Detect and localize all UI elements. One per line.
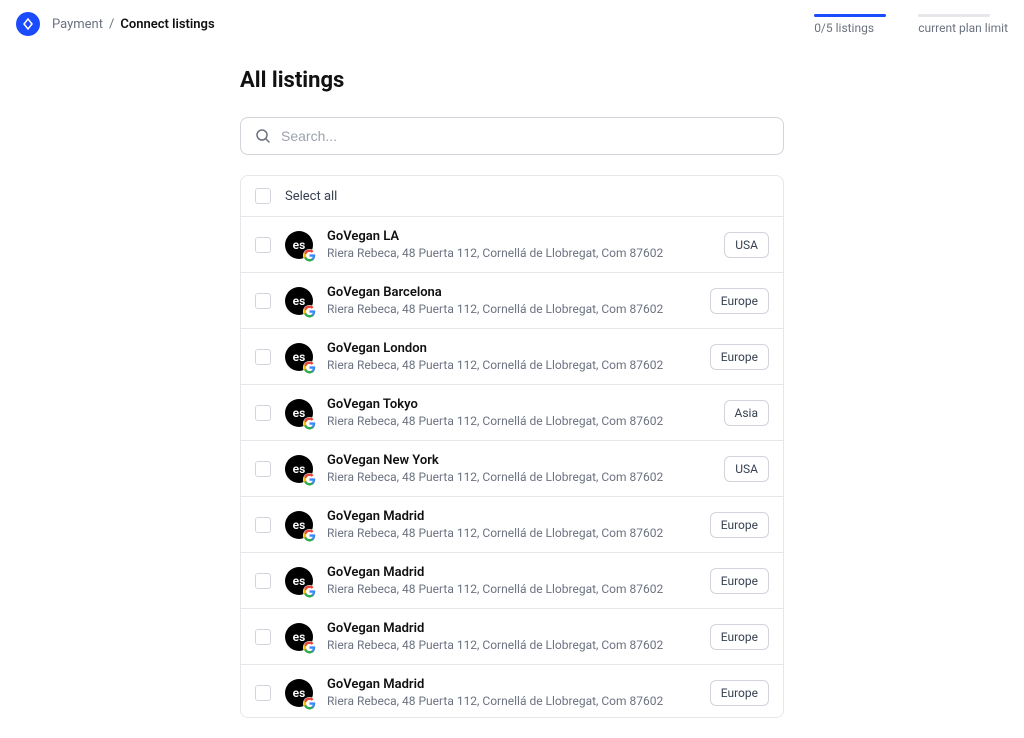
listing-address: Riera Rebeca, 48 Puerta 112, Cornellá de… [327,246,710,260]
listing-name: GoVegan Barcelona [327,285,696,300]
listing-row[interactable]: es GoVegan LA Riera Rebeca, 48 Puerta 11… [241,217,783,273]
listing-region-tag: Europe [710,568,769,594]
listing-address: Riera Rebeca, 48 Puerta 112, Cornellá de… [327,694,696,708]
listing-avatar: es [285,511,313,539]
listing-info: GoVegan London Riera Rebeca, 48 Puerta 1… [327,341,696,372]
progress-plan-label: current plan limit [918,21,1008,35]
listing-row[interactable]: es GoVegan Madrid Riera Rebeca, 48 Puert… [241,665,783,717]
listing-checkbox[interactable] [255,461,271,477]
listing-address: Riera Rebeca, 48 Puerta 112, Cornellá de… [327,470,710,484]
listing-region-tag: Europe [710,680,769,706]
listings-scroll[interactable]: es GoVegan LA Riera Rebeca, 48 Puerta 11… [241,217,783,717]
google-badge-icon [303,249,316,262]
google-badge-icon [303,641,316,654]
listing-region-tag: Europe [710,512,769,538]
breadcrumb-separator: / [109,17,114,32]
listing-address: Riera Rebeca, 48 Puerta 112, Cornellá de… [327,358,696,372]
listing-avatar: es [285,455,313,483]
listing-address: Riera Rebeca, 48 Puerta 112, Cornellá de… [327,638,696,652]
listing-checkbox[interactable] [255,517,271,533]
breadcrumb: Payment / Connect listings [52,17,215,32]
progress-listings-label: 0/5 listings [814,21,874,35]
listing-address: Riera Rebeca, 48 Puerta 112, Cornellá de… [327,414,710,428]
progress-listings: 0/5 listings [814,14,886,35]
listing-checkbox[interactable] [255,629,271,645]
main: All listings Select all es GoVegan LA Ri… [232,68,792,738]
logo-icon [22,18,34,30]
listing-region-tag: Europe [710,344,769,370]
listing-name: GoVegan Madrid [327,565,696,580]
listing-name: GoVegan Madrid [327,677,696,692]
google-badge-icon [303,473,316,486]
header: Payment / Connect listings 0/5 listings … [0,0,1024,48]
listing-info: GoVegan Madrid Riera Rebeca, 48 Puerta 1… [327,509,696,540]
listing-avatar: es [285,231,313,259]
listing-info: GoVegan Madrid Riera Rebeca, 48 Puerta 1… [327,621,696,652]
listing-region-tag: USA [724,456,769,482]
listing-region-tag: Asia [724,400,769,426]
listing-row[interactable]: es GoVegan Madrid Riera Rebeca, 48 Puert… [241,609,783,665]
listing-avatar: es [285,287,313,315]
listing-avatar: es [285,567,313,595]
select-all-row[interactable]: Select all [241,176,783,217]
select-all-label: Select all [285,189,337,204]
google-badge-icon [303,529,316,542]
search-box[interactable] [240,117,784,155]
listing-checkbox[interactable] [255,293,271,309]
google-badge-icon [303,361,316,374]
listing-region-tag: USA [724,232,769,258]
listing-row[interactable]: es GoVegan London Riera Rebeca, 48 Puert… [241,329,783,385]
google-badge-icon [303,305,316,318]
listing-info: GoVegan LA Riera Rebeca, 48 Puerta 112, … [327,229,710,260]
page-title: All listings [240,68,784,93]
listing-info: GoVegan Madrid Riera Rebeca, 48 Puerta 1… [327,677,696,708]
header-left: Payment / Connect listings [16,12,215,36]
listing-avatar: es [285,679,313,707]
listing-name: GoVegan Madrid [327,509,696,524]
listing-avatar: es [285,399,313,427]
progress-bar-listings [814,14,886,17]
listing-row[interactable]: es GoVegan Barcelona Riera Rebeca, 48 Pu… [241,273,783,329]
listing-name: GoVegan London [327,341,696,356]
listing-info: GoVegan Barcelona Riera Rebeca, 48 Puert… [327,285,696,316]
search-icon [255,128,271,144]
listing-info: GoVegan Tokyo Riera Rebeca, 48 Puerta 11… [327,397,710,428]
listing-address: Riera Rebeca, 48 Puerta 112, Cornellá de… [327,582,696,596]
search-input[interactable] [281,128,769,144]
select-all-checkbox[interactable] [255,188,271,204]
listing-checkbox[interactable] [255,237,271,253]
breadcrumb-current: Connect listings [120,17,214,32]
listing-region-tag: Europe [710,288,769,314]
listing-name: GoVegan LA [327,229,710,244]
listing-checkbox[interactable] [255,349,271,365]
listing-info: GoVegan Madrid Riera Rebeca, 48 Puerta 1… [327,565,696,596]
listing-name: GoVegan Madrid [327,621,696,636]
listing-checkbox[interactable] [255,573,271,589]
google-badge-icon [303,585,316,598]
google-badge-icon [303,417,316,430]
listing-row[interactable]: es GoVegan New York Riera Rebeca, 48 Pue… [241,441,783,497]
google-badge-icon [303,697,316,710]
listing-row[interactable]: es GoVegan Madrid Riera Rebeca, 48 Puert… [241,497,783,553]
listing-info: GoVegan New York Riera Rebeca, 48 Puerta… [327,453,710,484]
header-right: 0/5 listings current plan limit [814,14,1008,35]
progress-bar-plan [918,14,990,17]
listing-row[interactable]: es GoVegan Tokyo Riera Rebeca, 48 Puerta… [241,385,783,441]
listing-name: GoVegan New York [327,453,710,468]
listing-row[interactable]: es GoVegan Madrid Riera Rebeca, 48 Puert… [241,553,783,609]
progress-plan: current plan limit [918,14,1008,35]
app-logo[interactable] [16,12,40,36]
listing-region-tag: Europe [710,624,769,650]
listing-address: Riera Rebeca, 48 Puerta 112, Cornellá de… [327,526,696,540]
listings-container: Select all es GoVegan LA Riera Rebeca, 4… [240,175,784,718]
listing-name: GoVegan Tokyo [327,397,710,412]
listing-checkbox[interactable] [255,405,271,421]
listing-address: Riera Rebeca, 48 Puerta 112, Cornellá de… [327,302,696,316]
listing-avatar: es [285,623,313,651]
listing-avatar: es [285,343,313,371]
listing-checkbox[interactable] [255,685,271,701]
breadcrumb-parent[interactable]: Payment [52,17,103,32]
